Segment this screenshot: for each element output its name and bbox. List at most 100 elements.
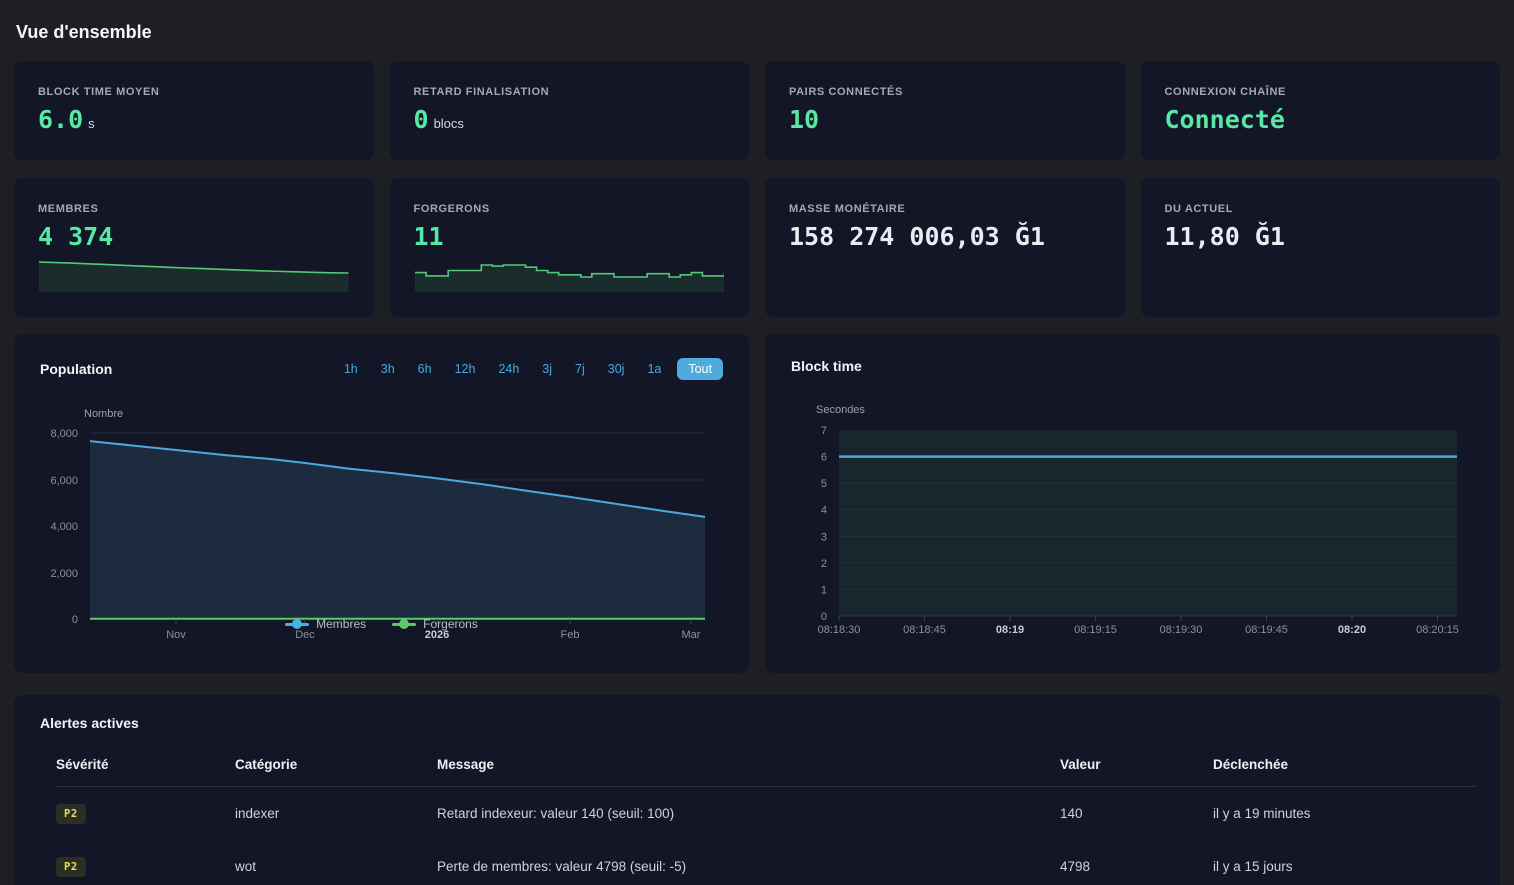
stat-value-number: 6.0: [38, 105, 83, 134]
stat-value-number: 10: [789, 105, 819, 134]
y-tick: 8,000: [50, 428, 78, 440]
stat-label: CONNEXION CHAÎNE: [1165, 86, 1477, 98]
stat-value: 0 blocs: [414, 105, 726, 134]
charts-row: Population 1h 3h 6h 12h 24h 3j 7j 30j 1a…: [14, 334, 1500, 673]
stat-value: 11: [414, 222, 726, 251]
y-axis-name: Secondes: [816, 404, 865, 416]
column-header-message: Message: [437, 757, 1060, 772]
stat-value-number: 0: [414, 105, 429, 134]
population-chart-title: Population: [40, 361, 112, 377]
legend-item-membres[interactable]: Membres: [285, 617, 366, 631]
alert-row: P2 indexer Retard indexeur: valeur 140 (…: [56, 787, 1476, 840]
column-header-triggered: Déclenchée: [1213, 757, 1476, 772]
alert-value: 4798: [1060, 859, 1213, 874]
alert-row: P2 wot Perte de membres: valeur 4798 (se…: [56, 840, 1476, 885]
legend-item-forgerons[interactable]: Forgerons: [392, 617, 478, 631]
stats-row-1: BLOCK TIME MOYEN 6.0s RETARD FINALISATIO…: [14, 61, 1500, 160]
blocktime-chart: Secondes 7 6 5 4 3 2 1 0: [765, 394, 1499, 649]
alerts-table: Sévérité Catégorie Message Valeur Déclen…: [56, 743, 1476, 885]
stat-card-membres: MEMBRES 4 374: [14, 178, 374, 317]
stat-label: RETARD FINALISATION: [414, 86, 726, 98]
y-tick: 6,000: [50, 475, 78, 487]
range-button-7j[interactable]: 7j: [568, 358, 592, 380]
alert-value: 140: [1060, 806, 1213, 821]
forgerons-sparkline: [415, 257, 725, 293]
stat-label: BLOCK TIME MOYEN: [38, 86, 350, 98]
x-tick: 08:18:30: [818, 624, 861, 636]
stat-label: PAIRS CONNECTÉS: [789, 86, 1101, 98]
population-chart: Nombre 8,000 6,000 4,000 2,000 0: [14, 400, 749, 650]
alerts-table-header: Sévérité Catégorie Message Valeur Déclen…: [56, 743, 1476, 787]
legend-label: Forgerons: [423, 617, 478, 631]
y-tick: 7: [821, 425, 827, 437]
range-button-1a[interactable]: 1a: [640, 358, 668, 380]
x-tick: 08:19:45: [1245, 624, 1288, 636]
stat-value-text: Connecté: [1165, 105, 1285, 134]
page-title: Vue d'ensemble: [16, 20, 1498, 44]
blocktime-chart-title: Block time: [791, 358, 862, 374]
stat-label: FORGERONS: [414, 203, 726, 215]
range-button-24h[interactable]: 24h: [491, 358, 526, 380]
x-tick: 08:19:30: [1160, 624, 1203, 636]
range-button-6h[interactable]: 6h: [411, 358, 439, 380]
stat-label: MASSE MONÉTAIRE: [789, 203, 1101, 215]
time-range-selector: 1h 3h 6h 12h 24h 3j 7j 30j 1a Tout: [337, 358, 723, 380]
stat-card-masse-monetaire: MASSE MONÉTAIRE 158 274 006,03 Ğ1: [765, 178, 1125, 317]
stat-value: 6.0s: [38, 105, 350, 134]
range-button-3h[interactable]: 3h: [374, 358, 402, 380]
stat-unit: blocs: [434, 116, 464, 131]
range-button-1h[interactable]: 1h: [337, 358, 365, 380]
range-button-3j[interactable]: 3j: [535, 358, 559, 380]
alert-triggered: il y a 19 minutes: [1213, 806, 1476, 821]
range-button-30j[interactable]: 30j: [601, 358, 632, 380]
column-header-category: Catégorie: [235, 757, 437, 772]
stat-card-forgerons: FORGERONS 11: [390, 178, 750, 317]
y-tick: 1: [821, 584, 827, 596]
blocktime-chart-card: Block time Secondes 7 6 5 4 3 2 1 0: [765, 334, 1500, 673]
stat-card-du-actuel: DU ACTUEL 11,80 Ğ1: [1141, 178, 1501, 317]
blocktime-chart-header: Block time: [765, 334, 1500, 374]
column-header-value: Valeur: [1060, 757, 1213, 772]
x-tick: 08:19: [996, 624, 1024, 636]
column-header-severity: Sévérité: [56, 757, 235, 772]
forgerons-legend-marker-icon: [392, 619, 416, 629]
stat-value-number: 11,80 Ğ1: [1165, 222, 1285, 251]
y-tick: 2: [821, 558, 827, 570]
alerts-card: Alertes actives Sévérité Catégorie Messa…: [14, 695, 1500, 885]
stat-card-connexion: CONNEXION CHAÎNE Connecté: [1141, 61, 1501, 160]
severity-badge: P2: [56, 857, 86, 877]
stat-value-number: 11: [414, 222, 444, 251]
stat-value: 158 274 006,03 Ğ1: [789, 222, 1101, 251]
severity-badge: P2: [56, 804, 86, 824]
population-chart-header: Population 1h 3h 6h 12h 24h 3j 7j 30j 1a…: [14, 334, 749, 380]
membres-sparkline: [39, 257, 349, 293]
stat-card-finalisation: RETARD FINALISATION 0 blocs: [390, 61, 750, 160]
y-tick: 5: [821, 478, 827, 490]
alerts-title: Alertes actives: [14, 695, 1500, 731]
alert-category: wot: [235, 859, 437, 874]
alert-triggered: il y a 15 jours: [1213, 859, 1476, 874]
population-legend: Membres Forgerons: [14, 617, 749, 631]
dashboard-page: Vue d'ensemble BLOCK TIME MOYEN 6.0s RET…: [0, 20, 1514, 885]
x-tick: 08:20:15: [1416, 624, 1459, 636]
stat-value: 11,80 Ğ1: [1165, 222, 1477, 251]
y-tick: 3: [821, 531, 827, 543]
y-tick: 6: [821, 452, 827, 464]
y-tick: 2,000: [50, 568, 78, 580]
stat-value: 4 374: [38, 222, 350, 251]
alert-category: indexer: [235, 806, 437, 821]
range-button-12h[interactable]: 12h: [448, 358, 483, 380]
y-tick: 4,000: [50, 521, 78, 533]
stat-card-pairs: PAIRS CONNECTÉS 10: [765, 61, 1125, 160]
alert-message: Perte de membres: valeur 4798 (seuil: -5…: [437, 859, 1060, 874]
stats-row-2: MEMBRES 4 374 FORGERONS 11 MASSE MONÉTAI…: [14, 178, 1500, 317]
stat-card-block-time: BLOCK TIME MOYEN 6.0s: [14, 61, 374, 160]
y-axis-name: Nombre: [84, 408, 123, 420]
stat-value-number: 158 274 006,03 Ğ1: [789, 222, 1045, 251]
range-button-tout-active[interactable]: Tout: [677, 358, 723, 380]
alert-message: Retard indexeur: valeur 140 (seuil: 100): [437, 806, 1060, 821]
x-tick: 08:18:45: [903, 624, 946, 636]
stat-label: MEMBRES: [38, 203, 350, 215]
stat-value connection-status: Connecté: [1165, 105, 1477, 134]
population-chart-card: Population 1h 3h 6h 12h 24h 3j 7j 30j 1a…: [14, 334, 749, 673]
